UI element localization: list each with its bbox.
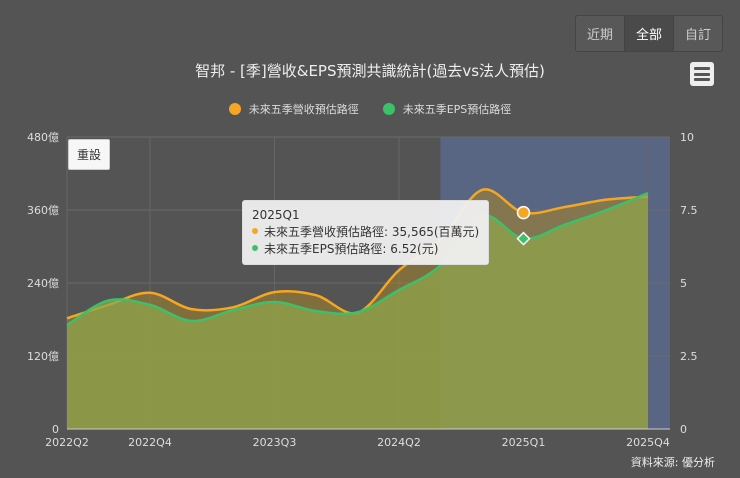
y-left-tick: 240億 xyxy=(27,277,59,290)
x-tick: 2025Q1 xyxy=(502,436,546,449)
x-tick: 2023Q3 xyxy=(253,436,297,449)
y-left-tick: 360億 xyxy=(27,204,59,217)
y-right-tick: 5 xyxy=(680,277,687,290)
y-left-tick: 0 xyxy=(52,423,59,436)
y-right-tick: 0 xyxy=(680,423,687,436)
y-right-tick: 7.5 xyxy=(680,204,698,217)
x-tick: 2024Q2 xyxy=(377,436,421,449)
tooltip-eps: 未來五季EPS預估路徑: 6.52(元) xyxy=(264,242,439,256)
y-right-tick: 10 xyxy=(680,131,694,144)
tooltip: 2025Q1 未來五季營收預估路徑: 35,565(百萬元) 未來五季EPS預估… xyxy=(242,200,490,265)
y-left-tick: 480億 xyxy=(27,131,59,144)
x-tick: 2022Q4 xyxy=(128,436,172,449)
highlight-point-revenue xyxy=(516,205,531,220)
x-tick: 2025Q4 xyxy=(626,436,670,449)
tooltip-title: 2025Q1 xyxy=(252,208,300,222)
x-tick: 2022Q2 xyxy=(45,436,89,449)
reset-zoom-button[interactable]: 重設 xyxy=(68,139,111,170)
source-credit: 資料來源: 優分析 xyxy=(630,456,715,469)
tooltip-revenue: 未來五季營收預估路徑: 35,565(百萬元) xyxy=(264,225,480,239)
y-right-tick: 2.5 xyxy=(680,350,698,363)
y-left-tick: 120億 xyxy=(27,350,59,363)
